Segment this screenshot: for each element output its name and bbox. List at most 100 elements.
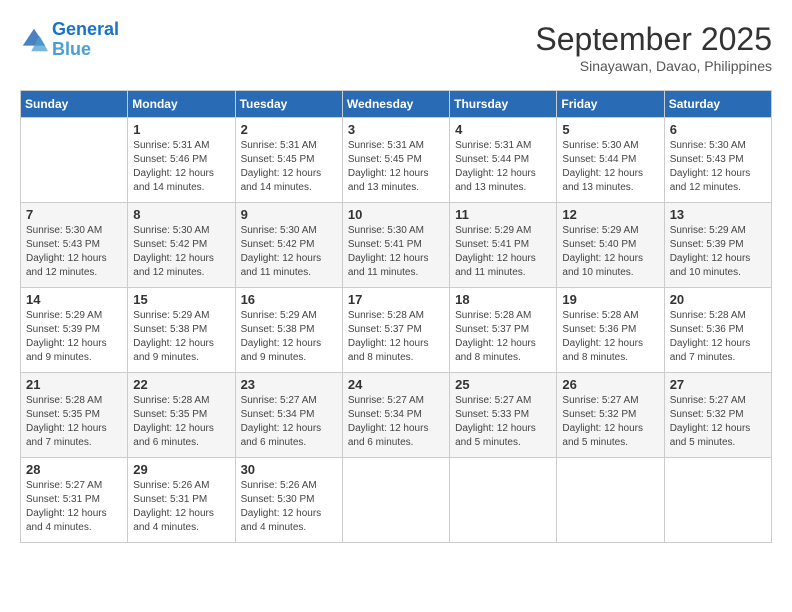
cell-info: Sunrise: 5:29 AM Sunset: 5:38 PM Dayligh…	[241, 309, 337, 365]
cell-info: Sunrise: 5:27 AM Sunset: 5:32 PM Dayligh…	[670, 394, 766, 450]
cell-info: Sunrise: 5:29 AM Sunset: 5:41 PM Dayligh…	[455, 224, 551, 280]
cell-info: Sunrise: 5:29 AM Sunset: 5:40 PM Dayligh…	[562, 224, 658, 280]
calendar-cell: 14 Sunrise: 5:29 AM Sunset: 5:39 PM Dayli…	[21, 288, 128, 373]
day-number: 28	[26, 462, 122, 477]
calendar-cell: 8 Sunrise: 5:30 AM Sunset: 5:42 PM Daylig…	[128, 203, 235, 288]
calendar-cell: 23Sunrise: 5:27 AM Sunset: 5:34 PM Dayli…	[235, 373, 342, 458]
weekday-header-tuesday: Tuesday	[235, 91, 342, 118]
calendar-cell: 12 Sunrise: 5:29 AM Sunset: 5:40 PM Dayli…	[557, 203, 664, 288]
calendar-table: SundayMondayTuesdayWednesdayThursdayFrid…	[20, 90, 772, 543]
cell-info: Sunrise: 5:27 AM Sunset: 5:34 PM Dayligh…	[348, 394, 444, 450]
cell-info: Sunrise: 5:28 AM Sunset: 5:37 PM Dayligh…	[348, 309, 444, 365]
cell-info: Sunrise: 5:28 AM Sunset: 5:35 PM Dayligh…	[133, 394, 229, 450]
calendar-cell: 30 Sunrise: 5:26 AM Sunset: 5:30 PM Dayli…	[235, 458, 342, 543]
day-number: 1	[133, 122, 229, 137]
day-number: 10	[348, 207, 444, 222]
cell-info: Sunrise: 5:28 AM Sunset: 5:35 PM Dayligh…	[26, 394, 122, 450]
cell-info: Sunrise: 5:29 AM Sunset: 5:38 PM Dayligh…	[133, 309, 229, 365]
calendar-cell: 29Sunrise: 5:26 AM Sunset: 5:31 PM Dayli…	[128, 458, 235, 543]
day-number: 27	[670, 377, 766, 392]
calendar-cell: 28 Sunrise: 5:27 AM Sunset: 5:31 PM Dayli…	[21, 458, 128, 543]
calendar-week-row: 1Sunrise: 5:31 AM Sunset: 5:46 PM Daylig…	[21, 118, 772, 203]
logo-icon	[20, 26, 48, 54]
calendar-week-row: 21 Sunrise: 5:28 AM Sunset: 5:35 PM Dayli…	[21, 373, 772, 458]
day-number: 7	[26, 207, 122, 222]
calendar-cell	[21, 118, 128, 203]
cell-info: Sunrise: 5:30 AM Sunset: 5:43 PM Dayligh…	[670, 139, 766, 195]
cell-info: Sunrise: 5:26 AM Sunset: 5:30 PM Dayligh…	[241, 479, 337, 535]
calendar-cell: 13 Sunrise: 5:29 AM Sunset: 5:39 PM Dayli…	[664, 203, 771, 288]
weekday-header-monday: Monday	[128, 91, 235, 118]
calendar-cell: 5 Sunrise: 5:30 AM Sunset: 5:44 PM Daylig…	[557, 118, 664, 203]
day-number: 16	[241, 292, 337, 307]
day-number: 30	[241, 462, 337, 477]
cell-info: Sunrise: 5:29 AM Sunset: 5:39 PM Dayligh…	[670, 224, 766, 280]
title-block: September 2025 Sinayawan, Davao, Philipp…	[535, 20, 772, 74]
subtitle: Sinayawan, Davao, Philippines	[535, 58, 772, 74]
weekday-header-row: SundayMondayTuesdayWednesdayThursdayFrid…	[21, 91, 772, 118]
calendar-cell: 2 Sunrise: 5:31 AM Sunset: 5:45 PM Daylig…	[235, 118, 342, 203]
calendar-week-row: 28 Sunrise: 5:27 AM Sunset: 5:31 PM Dayli…	[21, 458, 772, 543]
page-header: General Blue September 2025 Sinayawan, D…	[20, 20, 772, 74]
weekday-header-friday: Friday	[557, 91, 664, 118]
day-number: 3	[348, 122, 444, 137]
cell-info: Sunrise: 5:30 AM Sunset: 5:42 PM Dayligh…	[241, 224, 337, 280]
calendar-cell: 11 Sunrise: 5:29 AM Sunset: 5:41 PM Dayli…	[450, 203, 557, 288]
day-number: 2	[241, 122, 337, 137]
day-number: 17	[348, 292, 444, 307]
calendar-cell: 26Sunrise: 5:27 AM Sunset: 5:32 PM Dayli…	[557, 373, 664, 458]
calendar-cell: 18Sunrise: 5:28 AM Sunset: 5:37 PM Dayli…	[450, 288, 557, 373]
day-number: 5	[562, 122, 658, 137]
calendar-cell: 24 Sunrise: 5:27 AM Sunset: 5:34 PM Dayli…	[342, 373, 449, 458]
cell-info: Sunrise: 5:31 AM Sunset: 5:44 PM Dayligh…	[455, 139, 551, 195]
cell-info: Sunrise: 5:27 AM Sunset: 5:33 PM Dayligh…	[455, 394, 551, 450]
cell-info: Sunrise: 5:27 AM Sunset: 5:31 PM Dayligh…	[26, 479, 122, 535]
logo: General Blue	[20, 20, 119, 60]
day-number: 15	[133, 292, 229, 307]
cell-info: Sunrise: 5:27 AM Sunset: 5:34 PM Dayligh…	[241, 394, 337, 450]
weekday-header-wednesday: Wednesday	[342, 91, 449, 118]
logo-text: General Blue	[52, 20, 119, 60]
cell-info: Sunrise: 5:30 AM Sunset: 5:42 PM Dayligh…	[133, 224, 229, 280]
calendar-cell	[342, 458, 449, 543]
cell-info: Sunrise: 5:30 AM Sunset: 5:41 PM Dayligh…	[348, 224, 444, 280]
weekday-header-thursday: Thursday	[450, 91, 557, 118]
cell-info: Sunrise: 5:29 AM Sunset: 5:39 PM Dayligh…	[26, 309, 122, 365]
day-number: 6	[670, 122, 766, 137]
day-number: 11	[455, 207, 551, 222]
cell-info: Sunrise: 5:30 AM Sunset: 5:43 PM Dayligh…	[26, 224, 122, 280]
calendar-cell: 1Sunrise: 5:31 AM Sunset: 5:46 PM Daylig…	[128, 118, 235, 203]
day-number: 26	[562, 377, 658, 392]
calendar-cell: 25Sunrise: 5:27 AM Sunset: 5:33 PM Dayli…	[450, 373, 557, 458]
day-number: 21	[26, 377, 122, 392]
day-number: 12	[562, 207, 658, 222]
day-number: 9	[241, 207, 337, 222]
cell-info: Sunrise: 5:28 AM Sunset: 5:37 PM Dayligh…	[455, 309, 551, 365]
calendar-cell: 9 Sunrise: 5:30 AM Sunset: 5:42 PM Daylig…	[235, 203, 342, 288]
calendar-cell	[664, 458, 771, 543]
calendar-cell: 21 Sunrise: 5:28 AM Sunset: 5:35 PM Dayli…	[21, 373, 128, 458]
cell-info: Sunrise: 5:28 AM Sunset: 5:36 PM Dayligh…	[670, 309, 766, 365]
day-number: 19	[562, 292, 658, 307]
day-number: 14	[26, 292, 122, 307]
day-number: 24	[348, 377, 444, 392]
calendar-week-row: 14 Sunrise: 5:29 AM Sunset: 5:39 PM Dayli…	[21, 288, 772, 373]
calendar-cell: 4 Sunrise: 5:31 AM Sunset: 5:44 PM Daylig…	[450, 118, 557, 203]
calendar-cell: 16 Sunrise: 5:29 AM Sunset: 5:38 PM Dayli…	[235, 288, 342, 373]
calendar-cell: 10 Sunrise: 5:30 AM Sunset: 5:41 PM Dayli…	[342, 203, 449, 288]
cell-info: Sunrise: 5:31 AM Sunset: 5:45 PM Dayligh…	[348, 139, 444, 195]
day-number: 8	[133, 207, 229, 222]
calendar-cell: 20 Sunrise: 5:28 AM Sunset: 5:36 PM Dayli…	[664, 288, 771, 373]
cell-info: Sunrise: 5:31 AM Sunset: 5:45 PM Dayligh…	[241, 139, 337, 195]
cell-info: Sunrise: 5:30 AM Sunset: 5:44 PM Dayligh…	[562, 139, 658, 195]
day-number: 13	[670, 207, 766, 222]
weekday-header-saturday: Saturday	[664, 91, 771, 118]
calendar-week-row: 7 Sunrise: 5:30 AM Sunset: 5:43 PM Daylig…	[21, 203, 772, 288]
day-number: 20	[670, 292, 766, 307]
calendar-cell: 3 Sunrise: 5:31 AM Sunset: 5:45 PM Daylig…	[342, 118, 449, 203]
calendar-cell: 22Sunrise: 5:28 AM Sunset: 5:35 PM Dayli…	[128, 373, 235, 458]
calendar-cell: 27 Sunrise: 5:27 AM Sunset: 5:32 PM Dayli…	[664, 373, 771, 458]
day-number: 29	[133, 462, 229, 477]
day-number: 4	[455, 122, 551, 137]
calendar-cell: 19Sunrise: 5:28 AM Sunset: 5:36 PM Dayli…	[557, 288, 664, 373]
